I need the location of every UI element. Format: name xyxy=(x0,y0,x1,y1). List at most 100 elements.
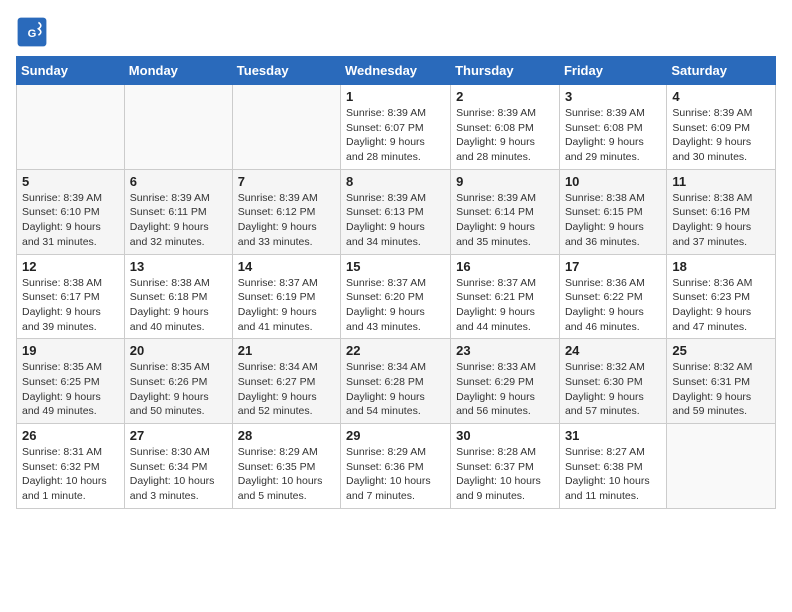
day-number: 9 xyxy=(456,174,554,189)
day-info: Sunrise: 8:31 AM Sunset: 6:32 PM Dayligh… xyxy=(22,445,119,504)
calendar-cell: 1 Sunrise: 8:39 AM Sunset: 6:07 PM Daylig… xyxy=(341,85,451,170)
calendar-cell: 26 Sunrise: 8:31 AM Sunset: 6:32 PM Dayli… xyxy=(17,424,125,509)
calendar-cell: 25Sunrise: 8:32 AM Sunset: 6:31 PM Dayli… xyxy=(667,339,776,424)
calendar-cell: 15 Sunrise: 8:37 AM Sunset: 6:20 PM Dayli… xyxy=(341,254,451,339)
day-number: 10 xyxy=(565,174,661,189)
header-cell-saturday: Saturday xyxy=(667,57,776,85)
week-row: 26 Sunrise: 8:31 AM Sunset: 6:32 PM Dayli… xyxy=(17,424,776,509)
week-row: 12Sunrise: 8:38 AM Sunset: 6:17 PM Dayli… xyxy=(17,254,776,339)
day-number: 25 xyxy=(672,343,770,358)
day-info: Sunrise: 8:34 AM Sunset: 6:27 PM Dayligh… xyxy=(238,360,335,419)
day-info: Sunrise: 8:36 AM Sunset: 6:23 PM Dayligh… xyxy=(672,276,770,335)
calendar-cell: 30Sunrise: 8:28 AM Sunset: 6:37 PM Dayli… xyxy=(451,424,560,509)
day-info: Sunrise: 8:38 AM Sunset: 6:15 PM Dayligh… xyxy=(565,191,661,250)
calendar-cell: 20 Sunrise: 8:35 AM Sunset: 6:26 PM Dayli… xyxy=(124,339,232,424)
header-cell-tuesday: Tuesday xyxy=(232,57,340,85)
calendar-cell: 16 Sunrise: 8:37 AM Sunset: 6:21 PM Dayli… xyxy=(451,254,560,339)
svg-text:G: G xyxy=(28,28,37,40)
calendar-cell xyxy=(232,85,340,170)
calendar-cell xyxy=(667,424,776,509)
day-info: Sunrise: 8:39 AM Sunset: 6:09 PM Dayligh… xyxy=(672,106,770,165)
day-number: 19 xyxy=(22,343,119,358)
day-info: Sunrise: 8:35 AM Sunset: 6:26 PM Dayligh… xyxy=(130,360,227,419)
day-number: 24 xyxy=(565,343,661,358)
day-number: 23 xyxy=(456,343,554,358)
day-number: 20 xyxy=(130,343,227,358)
header-cell-wednesday: Wednesday xyxy=(341,57,451,85)
calendar-body: 1 Sunrise: 8:39 AM Sunset: 6:07 PM Daylig… xyxy=(17,85,776,509)
day-number: 16 xyxy=(456,259,554,274)
day-info: Sunrise: 8:34 AM Sunset: 6:28 PM Dayligh… xyxy=(346,360,445,419)
header-cell-monday: Monday xyxy=(124,57,232,85)
day-info: Sunrise: 8:39 AM Sunset: 6:08 PM Dayligh… xyxy=(456,106,554,165)
day-info: Sunrise: 8:38 AM Sunset: 6:17 PM Dayligh… xyxy=(22,276,119,335)
calendar-cell: 21 Sunrise: 8:34 AM Sunset: 6:27 PM Dayli… xyxy=(232,339,340,424)
day-info: Sunrise: 8:39 AM Sunset: 6:10 PM Dayligh… xyxy=(22,191,119,250)
calendar-cell: 19 Sunrise: 8:35 AM Sunset: 6:25 PM Dayli… xyxy=(17,339,125,424)
day-info: Sunrise: 8:27 AM Sunset: 6:38 PM Dayligh… xyxy=(565,445,661,504)
header-cell-thursday: Thursday xyxy=(451,57,560,85)
calendar-cell: 17 Sunrise: 8:36 AM Sunset: 6:22 PM Dayli… xyxy=(559,254,666,339)
header-cell-sunday: Sunday xyxy=(17,57,125,85)
day-info: Sunrise: 8:38 AM Sunset: 6:18 PM Dayligh… xyxy=(130,276,227,335)
calendar-cell: 5 Sunrise: 8:39 AM Sunset: 6:10 PM Daylig… xyxy=(17,169,125,254)
day-info: Sunrise: 8:30 AM Sunset: 6:34 PM Dayligh… xyxy=(130,445,227,504)
day-number: 17 xyxy=(565,259,661,274)
day-number: 26 xyxy=(22,428,119,443)
day-number: 22 xyxy=(346,343,445,358)
day-number: 21 xyxy=(238,343,335,358)
calendar-cell: 7 Sunrise: 8:39 AM Sunset: 6:12 PM Daylig… xyxy=(232,169,340,254)
day-info: Sunrise: 8:39 AM Sunset: 6:08 PM Dayligh… xyxy=(565,106,661,165)
day-number: 11 xyxy=(672,174,770,189)
day-info: Sunrise: 8:39 AM Sunset: 6:07 PM Dayligh… xyxy=(346,106,445,165)
day-number: 27 xyxy=(130,428,227,443)
day-number: 3 xyxy=(565,89,661,104)
day-number: 5 xyxy=(22,174,119,189)
calendar-cell: 3 Sunrise: 8:39 AM Sunset: 6:08 PM Daylig… xyxy=(559,85,666,170)
day-number: 1 xyxy=(346,89,445,104)
day-info: Sunrise: 8:37 AM Sunset: 6:21 PM Dayligh… xyxy=(456,276,554,335)
day-number: 6 xyxy=(130,174,227,189)
calendar-cell: 24 Sunrise: 8:32 AM Sunset: 6:30 PM Dayli… xyxy=(559,339,666,424)
calendar-table: SundayMondayTuesdayWednesdayThursdayFrid… xyxy=(16,56,776,509)
calendar-cell: 11 Sunrise: 8:38 AM Sunset: 6:16 PM Dayli… xyxy=(667,169,776,254)
day-info: Sunrise: 8:39 AM Sunset: 6:14 PM Dayligh… xyxy=(456,191,554,250)
day-info: Sunrise: 8:29 AM Sunset: 6:35 PM Dayligh… xyxy=(238,445,335,504)
calendar-cell: 31 Sunrise: 8:27 AM Sunset: 6:38 PM Dayli… xyxy=(559,424,666,509)
day-info: Sunrise: 8:37 AM Sunset: 6:20 PM Dayligh… xyxy=(346,276,445,335)
calendar-cell: 2Sunrise: 8:39 AM Sunset: 6:08 PM Daylig… xyxy=(451,85,560,170)
day-info: Sunrise: 8:37 AM Sunset: 6:19 PM Dayligh… xyxy=(238,276,335,335)
day-info: Sunrise: 8:33 AM Sunset: 6:29 PM Dayligh… xyxy=(456,360,554,419)
day-number: 14 xyxy=(238,259,335,274)
day-number: 8 xyxy=(346,174,445,189)
calendar-cell: 12Sunrise: 8:38 AM Sunset: 6:17 PM Dayli… xyxy=(17,254,125,339)
calendar-header: SundayMondayTuesdayWednesdayThursdayFrid… xyxy=(17,57,776,85)
calendar-cell: 10 Sunrise: 8:38 AM Sunset: 6:15 PM Dayli… xyxy=(559,169,666,254)
calendar-cell: 29 Sunrise: 8:29 AM Sunset: 6:36 PM Dayli… xyxy=(341,424,451,509)
day-info: Sunrise: 8:36 AM Sunset: 6:22 PM Dayligh… xyxy=(565,276,661,335)
header-row: SundayMondayTuesdayWednesdayThursdayFrid… xyxy=(17,57,776,85)
calendar-cell: 13 Sunrise: 8:38 AM Sunset: 6:18 PM Dayli… xyxy=(124,254,232,339)
day-number: 18 xyxy=(672,259,770,274)
day-info: Sunrise: 8:35 AM Sunset: 6:25 PM Dayligh… xyxy=(22,360,119,419)
day-number: 15 xyxy=(346,259,445,274)
calendar-cell xyxy=(124,85,232,170)
calendar-cell: 6Sunrise: 8:39 AM Sunset: 6:11 PM Daylig… xyxy=(124,169,232,254)
week-row: 1 Sunrise: 8:39 AM Sunset: 6:07 PM Daylig… xyxy=(17,85,776,170)
calendar-cell: 4Sunrise: 8:39 AM Sunset: 6:09 PM Daylig… xyxy=(667,85,776,170)
header-cell-friday: Friday xyxy=(559,57,666,85)
calendar-cell: 23 Sunrise: 8:33 AM Sunset: 6:29 PM Dayli… xyxy=(451,339,560,424)
calendar-cell: 22 Sunrise: 8:34 AM Sunset: 6:28 PM Dayli… xyxy=(341,339,451,424)
calendar-cell: 8 Sunrise: 8:39 AM Sunset: 6:13 PM Daylig… xyxy=(341,169,451,254)
day-number: 13 xyxy=(130,259,227,274)
day-info: Sunrise: 8:39 AM Sunset: 6:13 PM Dayligh… xyxy=(346,191,445,250)
day-info: Sunrise: 8:38 AM Sunset: 6:16 PM Dayligh… xyxy=(672,191,770,250)
page-header: G xyxy=(16,16,776,48)
day-number: 29 xyxy=(346,428,445,443)
day-info: Sunrise: 8:29 AM Sunset: 6:36 PM Dayligh… xyxy=(346,445,445,504)
day-info: Sunrise: 8:39 AM Sunset: 6:12 PM Dayligh… xyxy=(238,191,335,250)
day-info: Sunrise: 8:32 AM Sunset: 6:30 PM Dayligh… xyxy=(565,360,661,419)
week-row: 5 Sunrise: 8:39 AM Sunset: 6:10 PM Daylig… xyxy=(17,169,776,254)
day-number: 31 xyxy=(565,428,661,443)
day-number: 7 xyxy=(238,174,335,189)
